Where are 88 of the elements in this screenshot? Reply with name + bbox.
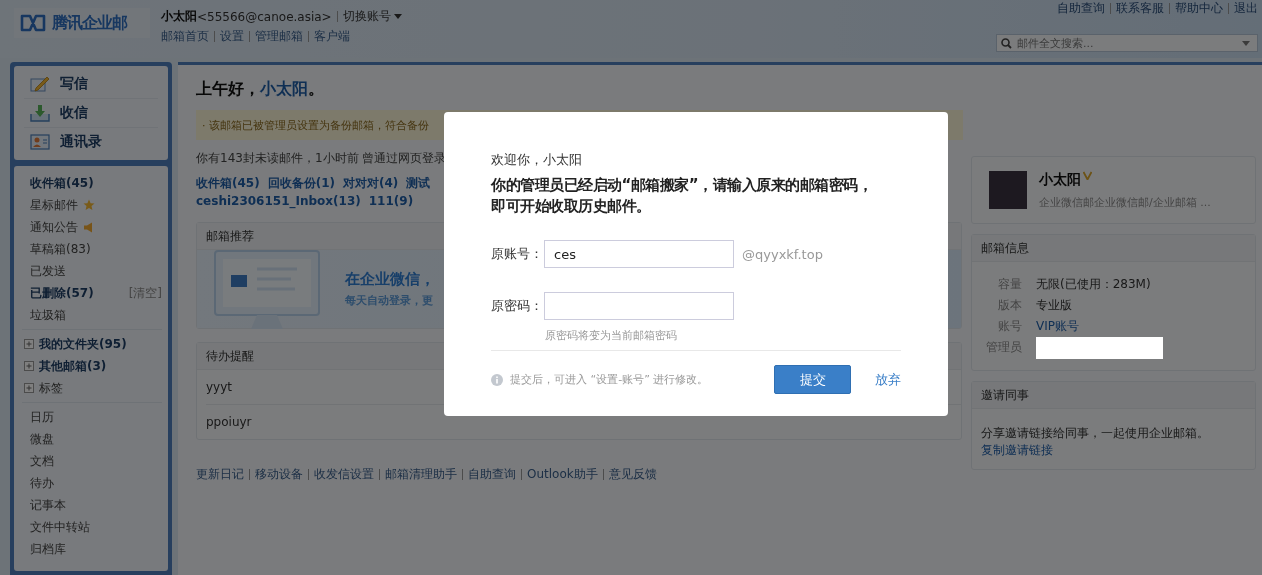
mailbox-item[interactable]: 垃圾箱 [30, 306, 66, 324]
tool-item[interactable]: 日历 [30, 408, 54, 426]
caret-icon [393, 14, 402, 19]
photo-placeholder [989, 171, 1027, 209]
card-title: 邀请同事 [981, 386, 1029, 404]
domain-suffix: @qyyxkf.top [742, 246, 823, 262]
footer-link[interactable]: 邮箱清理助手 [385, 466, 457, 483]
top-link[interactable]: 自助查询 [1057, 0, 1105, 17]
mailbox-item[interactable]: 草稿箱(83) [30, 240, 91, 258]
tool-item[interactable]: 记事本 [30, 496, 66, 514]
logo-icon [20, 14, 46, 32]
field-hint: 原密码将变为当前邮箱密码 [545, 328, 678, 343]
folder-link[interactable]: 111(9) [368, 194, 414, 208]
folder-group-item[interactable]: 我的文件夹(95) [39, 335, 127, 353]
info-link[interactable]: VIP账号 [1036, 318, 1079, 335]
user-email: <55566@canoe.asia> [197, 9, 332, 24]
info-icon [491, 373, 503, 386]
mailbox-item[interactable]: 收件箱(45) [30, 174, 94, 192]
sidebar-action[interactable]: 写信 [24, 70, 158, 99]
mailbox-item[interactable]: 星标邮件 [30, 196, 78, 214]
info-value: 专业版 [1036, 297, 1072, 314]
logo-text: 腾讯企业邮 [52, 12, 127, 34]
invite-text: 分享邀请链接给同事，一起使用企业邮箱。 [981, 425, 1210, 442]
pencil-paper-icon [30, 76, 50, 92]
top-link[interactable]: 联系客服 [1116, 0, 1164, 17]
sidebar-action[interactable]: 通讯录 [24, 128, 158, 156]
dialog-welcome: 欢迎你，小太阳 [491, 151, 583, 169]
folder-link[interactable]: 对对对(4) [343, 175, 399, 192]
footer-link[interactable]: 意见反馈 [608, 466, 657, 483]
top-link[interactable]: 帮助中心 [1175, 0, 1223, 17]
submit-button[interactable]: 提交 [774, 365, 851, 394]
folder-link[interactable]: ceshi2306151_Inbox(13) [196, 194, 361, 208]
field-label: 原密码： [491, 297, 544, 315]
sidebar-action[interactable]: 收信 [24, 99, 158, 128]
cancel-link[interactable]: 放弃 [875, 370, 901, 389]
copy-invite-link[interactable]: 复制邀请链接 [981, 443, 1053, 457]
folder-group-item[interactable]: 标签 [39, 379, 63, 397]
tool-item[interactable]: 归档库 [30, 540, 66, 558]
search-field[interactable]: 邮件全文搜索... [996, 34, 1258, 52]
nav-link[interactable]: 客户端 [314, 28, 350, 45]
speaker-icon [83, 221, 95, 233]
star-icon [83, 199, 95, 211]
logo[interactable]: 腾讯企业邮 [14, 8, 150, 38]
folder-link[interactable]: 回收备份(1) [267, 175, 335, 192]
footer-link[interactable]: 收发信设置 [314, 466, 374, 483]
dialog-message: 你的管理员已经启动“邮箱搬家”，请输入原来的邮箱密码， 即可开始收取历史邮件。 [491, 175, 874, 217]
tool-item[interactable]: 文档 [30, 452, 54, 470]
unread-summary: 你有143封未读邮件，1小时前 曾通过网页登录 [196, 150, 447, 167]
tool-item[interactable]: 文件中转站 [30, 518, 90, 536]
notice-text: · 该邮箱已被管理员设置为备份邮箱，符合备份 [202, 117, 429, 133]
folder-group-item[interactable]: 其他邮箱(3) [39, 357, 107, 375]
info-label: 版本 [997, 297, 1022, 314]
expand-toggle-icon[interactable] [24, 361, 34, 371]
banner-subline: 每天自动登录，更 [345, 293, 434, 308]
field-label: 原账号： [491, 245, 544, 263]
vip-icon [1083, 170, 1092, 180]
greeting: 上午好，小太阳。 [196, 79, 324, 100]
footer-link[interactable]: Outlook助手 [527, 466, 598, 483]
expand-toggle-icon[interactable] [24, 383, 34, 393]
card-title: 邮箱信息 [981, 239, 1029, 257]
nav-link[interactable]: 设置 [220, 28, 244, 45]
download-tray-icon [30, 104, 50, 122]
tool-item[interactable]: 微盘 [30, 430, 54, 448]
mailbox-item[interactable]: 通知公告 [30, 218, 78, 236]
tool-item[interactable]: 待办 [30, 474, 54, 492]
password-input[interactable] [544, 292, 734, 320]
card-title: 待办提醒 [206, 347, 254, 365]
card-title: 邮箱推荐 [206, 227, 254, 245]
nav-link[interactable]: 管理邮箱 [255, 28, 303, 45]
footer-link[interactable]: 移动设备 [255, 466, 303, 483]
profile-name: 小太阳 [1039, 170, 1081, 189]
footer-link[interactable]: 更新日记 [196, 466, 244, 483]
user-name: 小太阳 [161, 8, 197, 25]
info-value: 无限(已使用：283M) [1036, 276, 1151, 293]
mailbox-item[interactable]: 已删除(57) [30, 284, 94, 302]
expand-toggle-icon[interactable] [24, 339, 34, 349]
contact-card-icon [30, 134, 50, 150]
nav-link[interactable]: 邮箱首页 [161, 28, 209, 45]
dialog-note: 提交后，可进入 “设置-账号” 进行修改。 [510, 372, 709, 387]
switch-account-link[interactable]: 切换账号 [342, 8, 391, 25]
footer-link[interactable]: 自助查询 [468, 466, 516, 483]
account-input[interactable]: ces [544, 240, 734, 268]
dropdown-caret-icon[interactable] [1242, 41, 1250, 46]
top-link[interactable]: 退出 [1234, 0, 1258, 17]
banner-headline: 在企业微信， [345, 270, 435, 289]
folder-link[interactable]: 测试 [406, 175, 431, 192]
folder-link[interactable]: 收件箱(45) [196, 175, 260, 192]
mailbox-item[interactable]: 已发送 [30, 262, 66, 280]
